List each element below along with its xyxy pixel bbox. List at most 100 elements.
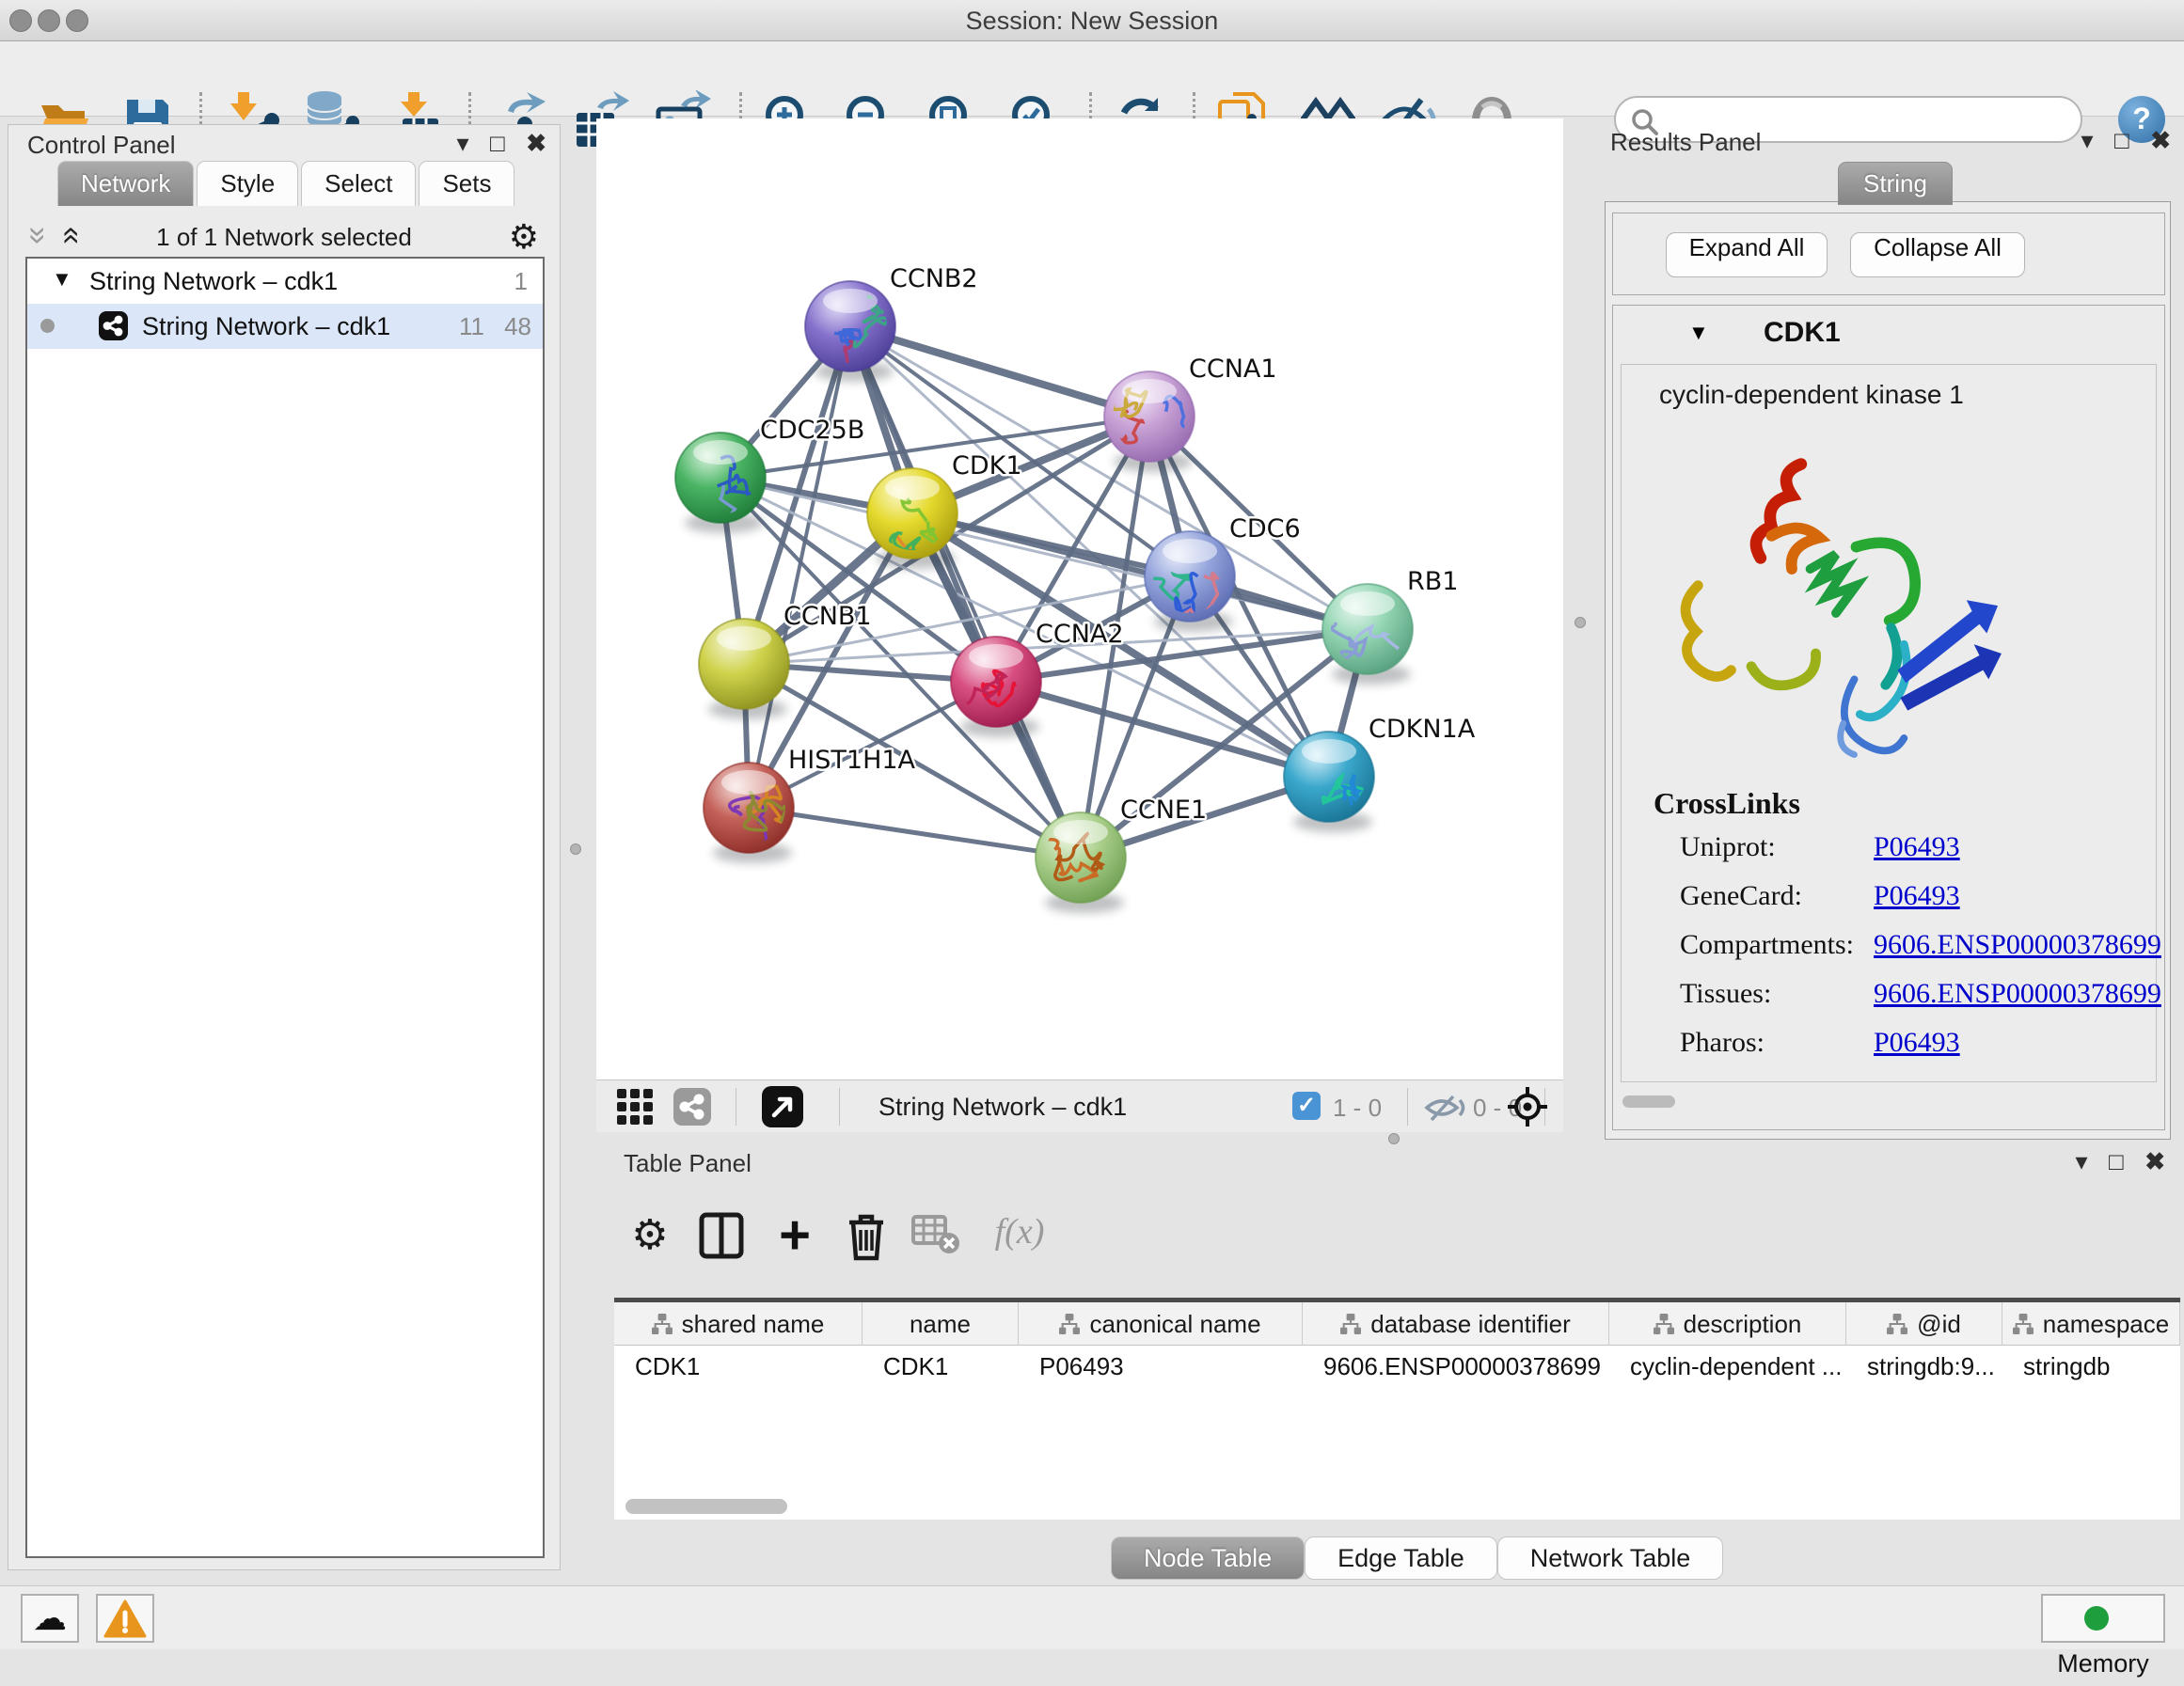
cell-canonical-name[interactable]: P06493 [1019, 1346, 1303, 1387]
birdseye-grid-icon[interactable] [617, 1089, 653, 1129]
splitter-handle[interactable] [1575, 617, 1586, 628]
tab-network-table[interactable]: Network Table [1497, 1536, 1724, 1580]
tab-string[interactable]: String [1838, 162, 1953, 205]
delete-table-icon[interactable] [910, 1211, 962, 1264]
node-label-CCNA2: CCNA2 [1036, 620, 1124, 649]
node-label-CCNB1: CCNB1 [783, 602, 872, 631]
memory-button[interactable]: Memory [2041, 1594, 2165, 1643]
column-header-name[interactable]: name [863, 1302, 1019, 1346]
tab-edge-table[interactable]: Edge Table [1305, 1536, 1497, 1580]
edge-count: 48 [504, 312, 531, 341]
column-header-description[interactable]: description [1609, 1302, 1846, 1346]
cell-shared-name[interactable]: CDK1 [614, 1346, 863, 1387]
network-node-CDKN1A[interactable]: CDKN1A [1284, 715, 1476, 832]
control-panel-title: Control Panel [27, 131, 176, 160]
network-node-CDC25B[interactable]: CDC25B [675, 416, 864, 568]
table-options-gear-icon[interactable]: ⚙ [624, 1211, 676, 1264]
memory-label: Memory [2057, 1649, 2149, 1678]
collection-label: String Network – cdk1 [89, 267, 338, 296]
tab-select[interactable]: Select [301, 161, 416, 206]
tab-style[interactable]: Style [197, 161, 298, 206]
network-share-icon[interactable] [673, 1088, 711, 1126]
results-panel: Results Panel ▾ □ ✖ String Expand All Co… [1601, 124, 2176, 1143]
network-node-CCNB2[interactable]: CCNB2 [797, 264, 977, 404]
node-label-CCNE1: CCNE1 [1120, 796, 1207, 825]
results-panel-menu-icon[interactable]: ▾ [2081, 126, 2094, 155]
network-selection-status: 1 of 1 Network selected [8, 223, 560, 252]
network-node-CCNB1[interactable]: CCNB1 [699, 602, 872, 719]
table-panel-title: Table Panel [624, 1149, 752, 1178]
control-panel-tabs: NetworkStyleSelectSets [57, 161, 517, 206]
table-horizontal-scrollbar[interactable] [625, 1499, 787, 1514]
network-graph[interactable]: CCNB2CCNA1CDC25BCDK1CDC6RB1CCNB1CCNA2CDK… [596, 118, 1563, 1079]
cell-namespace[interactable]: stringdb [2002, 1346, 2180, 1387]
crosslink-link[interactable]: 9606.ENSP00000378699 [1874, 978, 2161, 1010]
open-in-window-icon[interactable] [762, 1086, 803, 1127]
selected-count: 1 - 0 [1333, 1094, 1382, 1123]
cell-description[interactable]: cyclin-dependent ... [1609, 1346, 1846, 1387]
cloud-icon[interactable]: ☁ [21, 1594, 79, 1643]
table-panel-float-icon[interactable]: □ [2109, 1147, 2124, 1176]
results-panel-close-icon[interactable]: ✖ [2150, 126, 2171, 155]
expand-all-button[interactable]: Expand All [1666, 232, 1828, 277]
node-count: 11 [459, 312, 484, 341]
column-header--id[interactable]: @id [1846, 1302, 2002, 1346]
control-panel-menu-icon[interactable]: ▾ [457, 129, 469, 158]
network-label: String Network – cdk1 [142, 312, 390, 341]
collection-expander-icon[interactable]: ▼ [52, 267, 72, 292]
delete-column-icon[interactable] [840, 1211, 893, 1264]
function-builder-icon[interactable]: f(x) [977, 1211, 1062, 1264]
show-columns-icon[interactable] [695, 1211, 748, 1264]
crosslink-link[interactable]: P06493 [1874, 1027, 1960, 1059]
crosslink-row: GeneCard:P06493 [1622, 880, 2156, 927]
crosslinks-title: CrossLinks [1654, 786, 1800, 821]
crosslink-link[interactable]: P06493 [1874, 831, 1960, 863]
gene-description: cyclin-dependent kinase 1 [1659, 380, 1964, 410]
warning-icon[interactable] [96, 1594, 154, 1643]
gene-section-header[interactable]: ▼ CDK1 [1613, 306, 2164, 364]
tab-sets[interactable]: Sets [419, 161, 514, 206]
crosslink-link[interactable]: 9606.ENSP00000378699 [1874, 929, 2161, 961]
results-horizontal-scrollbar[interactable] [1622, 1095, 1675, 1108]
crosshair-icon[interactable] [1507, 1086, 1548, 1132]
node-label-CDC25B: CDC25B [760, 416, 864, 445]
network-row[interactable]: String Network – cdk1 11 48 [27, 304, 543, 349]
control-panel-close-icon[interactable]: ✖ [526, 129, 546, 158]
cell-database-identifier[interactable]: 9606.ENSP00000378699 [1303, 1346, 1609, 1387]
crosslink-link[interactable]: P06493 [1874, 880, 1960, 912]
column-header-shared-name[interactable]: shared name [614, 1302, 863, 1346]
cell--id[interactable]: stringdb:9... [1846, 1346, 2002, 1387]
hidden-eye-icon[interactable] [1424, 1094, 1465, 1127]
gene-details: cyclin-dependent kinase 1 CrossLin [1621, 364, 2157, 1082]
network-options-gear-icon[interactable]: ⚙ [509, 217, 539, 257]
table-row[interactable]: CDK1CDK1P064939606.ENSP00000378699cyclin… [614, 1346, 2180, 1387]
splitter-handle[interactable] [570, 843, 581, 855]
network-collection-row[interactable]: ▼ String Network – cdk1 1 [27, 259, 543, 304]
table-panel-menu-icon[interactable]: ▾ [2076, 1147, 2088, 1176]
table-header-row: shared namenamecanonical namedatabase id… [614, 1302, 2180, 1346]
column-header-canonical-name[interactable]: canonical name [1019, 1302, 1303, 1346]
results-panel-title: Results Panel [1610, 128, 1761, 157]
selected-nodes-checkbox[interactable]: ✓ [1292, 1092, 1321, 1120]
network-node-RB1[interactable]: RB1 [1322, 567, 1458, 685]
column-header-database-identifier[interactable]: database identifier [1303, 1302, 1609, 1346]
table-panel-close-icon[interactable]: ✖ [2144, 1147, 2165, 1176]
node-label-CCNA1: CCNA1 [1189, 355, 1277, 384]
splitter-handle[interactable] [1388, 1133, 1400, 1144]
node-label-CDKN1A: CDKN1A [1369, 715, 1476, 744]
network-canvas[interactable]: CCNB2CCNA1CDC25BCDK1CDC6RB1CCNB1CCNA2CDK… [596, 118, 1563, 1079]
network-selection-bar: » « 1 of 1 Network selected ⚙ [8, 215, 560, 257]
node-table: shared namenamecanonical namedatabase id… [614, 1298, 2180, 1520]
create-column-icon[interactable]: + [768, 1211, 821, 1264]
column-header-namespace[interactable]: namespace [2002, 1302, 2180, 1346]
gene-expander-icon[interactable]: ▼ [1688, 321, 1709, 345]
cell-name[interactable]: CDK1 [863, 1346, 1019, 1387]
tab-network[interactable]: Network [57, 161, 194, 206]
network-node-CCNA1[interactable]: CCNA1 [1078, 355, 1276, 472]
results-panel-float-icon[interactable]: □ [2114, 126, 2129, 155]
control-panel-float-icon[interactable]: □ [490, 129, 505, 158]
network-node-HIST1H1A[interactable]: HIST1H1A [704, 746, 916, 863]
gene-symbol: CDK1 [1764, 317, 1841, 349]
collapse-all-button[interactable]: Collapse All [1850, 232, 2025, 277]
tab-node-table[interactable]: Node Table [1111, 1536, 1305, 1580]
